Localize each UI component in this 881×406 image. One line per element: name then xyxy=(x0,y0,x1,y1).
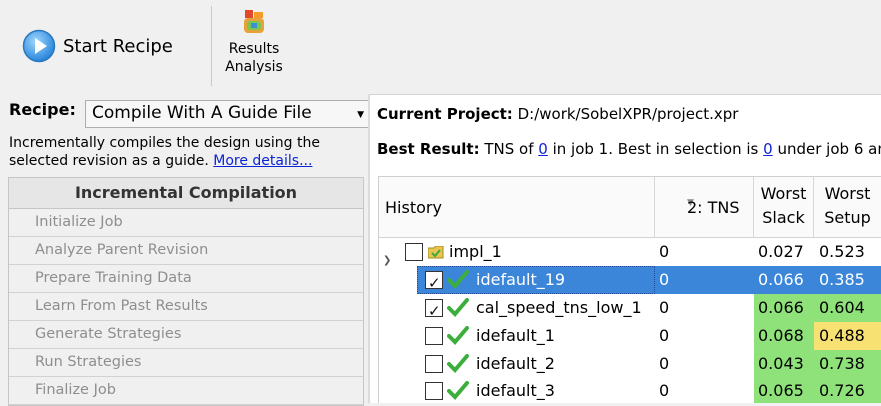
step-analyze-parent-revision: Analyze Parent Revision xyxy=(9,237,363,265)
worst-setup-cell: 0.604 xyxy=(814,294,881,322)
recipe-row: Recipe: Compile With A Guide File ▼ xyxy=(9,100,372,128)
row-name: idefault_2 xyxy=(476,354,555,373)
best-result-text-1: TNS of xyxy=(484,140,534,158)
folder-icon xyxy=(428,246,444,259)
column-header-history[interactable]: History xyxy=(379,177,655,238)
slack-header-line2: Slack xyxy=(762,208,805,227)
row-checkbox[interactable] xyxy=(425,269,443,297)
row-checkbox[interactable] xyxy=(405,243,423,261)
results-analysis-button[interactable]: Results Analysis xyxy=(216,8,292,76)
table-row[interactable]: idefault_3 0 0.065 0.726 xyxy=(379,377,881,403)
more-details-link[interactable]: More details... xyxy=(213,153,312,169)
step-prepare-training-data: Prepare Training Data xyxy=(9,265,363,293)
tns-cell: 0 xyxy=(659,326,670,345)
worst-setup-cell: 0.726 xyxy=(814,377,881,403)
steps-list: Incremental Compilation Initialize Job A… xyxy=(8,177,364,406)
row-name: idefault_3 xyxy=(476,381,555,400)
success-check-icon xyxy=(447,298,469,317)
success-check-icon xyxy=(447,270,469,289)
setup-header-line2: Setup xyxy=(824,208,871,227)
step-finalize-job: Finalize Job xyxy=(9,377,363,405)
step-learn-from-past-results: Learn From Past Results xyxy=(9,293,363,321)
start-recipe-label: Start Recipe xyxy=(63,35,173,57)
column-header-worst-slack[interactable]: Worst Slack xyxy=(754,177,814,238)
history-cell: ❯ impl_1 xyxy=(379,238,655,266)
recipe-selected-value: Compile With A Guide File xyxy=(92,103,312,123)
step-initialize-job: Initialize Job xyxy=(9,209,363,237)
history-cell: idefault_19 xyxy=(379,266,655,297)
best-result-label: Best Result: xyxy=(377,140,480,158)
step-run-strategies: Run Strategies xyxy=(9,349,363,377)
step-generate-strategies: Generate Strategies xyxy=(9,321,363,349)
start-recipe-button[interactable]: Start Recipe xyxy=(22,26,173,66)
success-check-icon xyxy=(447,354,469,373)
worst-setup-cell: 0.385 xyxy=(814,266,881,294)
table-header: History ▼ 2: TNS Worst Slack Worst Setup xyxy=(379,177,881,238)
row-checkbox[interactable] xyxy=(425,355,443,373)
history-cell: idefault_3 xyxy=(379,377,655,403)
recipe-desc-line2: selected revision as a guide. xyxy=(9,153,209,169)
table-row[interactable]: idefault_1 0 0.068 0.488 xyxy=(379,322,881,350)
tns-header-label: 2: TNS xyxy=(687,198,740,217)
column-header-worst-setup[interactable]: Worst Setup xyxy=(814,177,881,238)
toolbar-separator xyxy=(211,6,212,86)
worst-slack-cell: 0.043 xyxy=(754,350,814,378)
row-checkbox[interactable] xyxy=(425,327,443,345)
history-cell: cal_speed_tns_low_1 xyxy=(379,294,655,325)
best-selection-link[interactable]: 0 xyxy=(763,140,773,158)
success-check-icon xyxy=(447,381,469,400)
recipe-panel: Recipe: Compile With A Guide File ▼ Incr… xyxy=(0,94,372,406)
tns-cell: 0 xyxy=(655,266,754,294)
recipe-select[interactable]: Compile With A Guide File ▼ xyxy=(85,100,372,128)
table-row[interactable]: idefault_2 0 0.043 0.738 xyxy=(379,350,881,378)
history-cell: idefault_1 xyxy=(379,322,655,350)
steps-header: Incremental Compilation xyxy=(9,178,363,209)
toolbar: Start Recipe Results Analysis xyxy=(0,0,881,94)
row-name: idefault_19 xyxy=(476,270,566,289)
results-label-line2: Analysis xyxy=(225,59,283,75)
row-checkbox[interactable] xyxy=(425,382,443,400)
worst-setup-cell: 0.738 xyxy=(814,350,881,378)
row-name: idefault_1 xyxy=(476,326,555,345)
results-label-line1: Results xyxy=(228,41,280,57)
best-result-text-3: under job 6 and xyxy=(777,140,881,158)
table-row[interactable]: cal_speed_tns_low_1 0 0.066 0.604 xyxy=(379,294,881,325)
tns-cell: 0 xyxy=(659,242,670,261)
worst-slack-cell: 0.066 xyxy=(754,294,814,322)
dropdown-caret-icon: ▼ xyxy=(357,110,364,120)
row-name: cal_speed_tns_low_1 xyxy=(476,298,642,317)
history-table: History ▼ 2: TNS Worst Slack Worst Setup… xyxy=(378,176,881,403)
recipe-label: Recipe: xyxy=(9,100,76,119)
current-project-line: Current Project: D:/work/SobelXPR/projec… xyxy=(377,105,738,123)
worst-slack-cell: 0.065 xyxy=(754,377,814,403)
success-check-icon xyxy=(447,326,469,345)
worst-slack-cell: 0.027 xyxy=(758,242,804,261)
worst-setup-cell: 0.488 xyxy=(814,322,881,350)
history-header-label: History xyxy=(385,198,442,217)
worst-slack-cell: 0.066 xyxy=(754,266,814,294)
table-row[interactable]: idefault_19 0 0.066 0.385 xyxy=(379,266,881,297)
table-row[interactable]: ❯ impl_1 0 0.027 0.523 xyxy=(379,238,881,266)
setup-header-line1: Worst xyxy=(824,184,871,203)
row-name: impl_1 xyxy=(449,242,502,261)
slack-header-line1: Worst xyxy=(760,184,807,203)
tns-cell: 0 xyxy=(659,381,670,400)
current-project-path: D:/work/SobelXPR/project.xpr xyxy=(517,105,739,123)
history-cell: idefault_2 xyxy=(379,350,655,378)
best-result-line: Best Result: TNS of 0 in job 1. Best in … xyxy=(377,140,881,158)
row-checkbox[interactable] xyxy=(425,297,443,325)
recipe-desc-line1: Incrementally compiles the design using … xyxy=(9,135,320,151)
tns-cell: 0 xyxy=(659,298,670,317)
worst-setup-cell: 0.523 xyxy=(819,242,865,261)
results-analysis-icon xyxy=(244,10,264,33)
play-icon xyxy=(22,29,56,63)
results-panel: Current Project: D:/work/SobelXPR/projec… xyxy=(370,94,881,403)
column-header-tns[interactable]: ▼ 2: TNS xyxy=(655,177,754,238)
best-tns-link[interactable]: 0 xyxy=(538,140,548,158)
worst-slack-cell: 0.068 xyxy=(754,322,814,350)
best-result-text-2: in job 1. Best in selection is xyxy=(552,140,759,158)
current-project-label: Current Project: xyxy=(377,105,513,123)
recipe-description: Incrementally compiles the design using … xyxy=(9,134,364,170)
tns-cell: 0 xyxy=(659,354,670,373)
